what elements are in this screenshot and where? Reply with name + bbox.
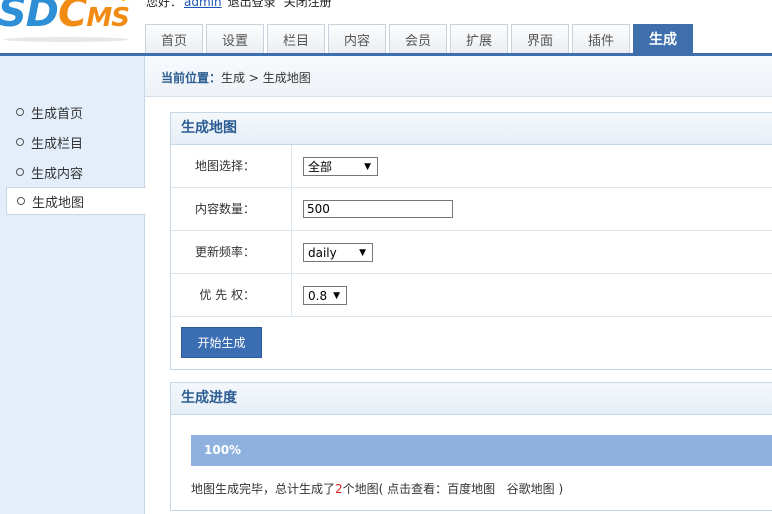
baidu-map-link[interactable]: 百度地图	[447, 482, 495, 496]
content-count-row: 内容数量： 500	[171, 188, 772, 231]
breadcrumb-path: 生成 > 生成地图	[221, 71, 311, 85]
content-count-label: 内容数量：	[171, 188, 292, 231]
breadcrumb: 当前位置：生成 > 生成地图	[161, 69, 311, 86]
sidebar-item-generate-columns[interactable]: 生成栏目	[6, 128, 145, 156]
priority-row: 优 先 权： 0.8 ▼	[171, 274, 772, 317]
tab-settings[interactable]: 设置	[206, 24, 264, 53]
sidebar-item-label: 生成地图	[32, 195, 85, 211]
app-root: SDCMS 您好： admin 退出登录 关闭注册 首页 设置 栏目 内容 会员 扩展…	[0, 0, 772, 514]
map-select-label: 地图选择：	[171, 145, 292, 188]
map-select-row: 地图选择： 全部 ▼	[171, 145, 772, 188]
sidebar-item-generate-content[interactable]: 生成内容	[6, 158, 145, 186]
sdcms-logo[interactable]: SDCMS	[0, 0, 130, 40]
header: SDCMS 您好： admin 退出登录 关闭注册 首页 设置 栏目 内容 会员 扩展…	[0, 0, 772, 56]
priority-value: 0.8	[308, 288, 328, 303]
sidebar-item-label: 生成首页	[31, 106, 84, 122]
content-count-input[interactable]: 500	[303, 200, 453, 218]
frequency-dropdown[interactable]: daily ▼	[303, 243, 373, 262]
tab-generate[interactable]: 生成	[633, 24, 693, 53]
map-form-title: 生成地图	[171, 113, 772, 145]
map-select-value: 全部	[308, 160, 333, 174]
sidebar: 生成首页 生成栏目 生成内容 生成地图	[0, 56, 146, 514]
submit-row: 开始生成	[171, 317, 772, 369]
frequency-field: daily ▼	[303, 243, 373, 262]
progress-title: 生成进度	[171, 383, 772, 415]
frequency-value: daily	[308, 245, 337, 260]
tab-members[interactable]: 会员	[389, 24, 447, 53]
bullet-icon	[16, 168, 24, 176]
logo-shadow	[4, 37, 128, 42]
tab-interface[interactable]: 界面	[511, 24, 569, 53]
map-select-dropdown[interactable]: 全部 ▼	[303, 157, 378, 176]
sidebar-item-label: 生成内容	[31, 166, 84, 182]
priority-label: 优 先 权：	[171, 274, 292, 317]
progress-msg-prefix: 地图生成完毕，总计生成了	[191, 482, 336, 496]
progress-body: 100% 地图生成完毕，总计生成了2个地图( 点击查看：百度地图 谷歌地图 )	[171, 415, 772, 510]
map-form-panel: 生成地图 地图选择： 全部 ▼ 内容数量： 500 更新频率： daily ▼	[170, 112, 772, 370]
progress-count: 2	[335, 482, 343, 496]
greeting-text: 您好：	[146, 0, 183, 9]
google-map-link[interactable]: 谷歌地图	[507, 482, 555, 496]
tab-content[interactable]: 内容	[328, 24, 386, 53]
tab-plugins[interactable]: 插件	[572, 24, 630, 53]
logout-link[interactable]: 退出登录	[228, 0, 276, 9]
username-link[interactable]: admin	[184, 0, 222, 9]
priority-field: 0.8 ▼	[303, 286, 347, 305]
caret-down-icon: ▼	[364, 162, 371, 172]
breadcrumb-bar: 当前位置：生成 > 生成地图	[145, 56, 772, 97]
sidebar-item-label: 生成栏目	[31, 136, 84, 152]
progress-bar-fill	[191, 435, 772, 466]
userbar: 您好： admin 退出登录 关闭注册	[146, 0, 336, 10]
priority-dropdown[interactable]: 0.8 ▼	[303, 286, 347, 305]
start-generate-button[interactable]: 开始生成	[181, 327, 262, 358]
bullet-icon	[17, 197, 25, 205]
progress-msg-suffix: 个地图( 点击查看：	[342, 482, 448, 496]
tab-home[interactable]: 首页	[145, 24, 203, 53]
tab-extensions[interactable]: 扩展	[450, 24, 508, 53]
frequency-label: 更新频率：	[171, 231, 292, 274]
logo-text-ms: MS	[86, 3, 130, 33]
progress-msg-end: )	[554, 482, 564, 496]
map-select-field: 全部 ▼	[303, 157, 378, 176]
progress-panel: 生成进度 100% 地图生成完毕，总计生成了2个地图( 点击查看：百度地图 谷歌…	[170, 382, 772, 511]
breadcrumb-label: 当前位置：	[161, 71, 222, 85]
bullet-icon	[16, 138, 24, 146]
logo-text-c: C	[58, 0, 87, 36]
bullet-icon	[16, 108, 24, 116]
progress-percent-text: 100%	[204, 443, 242, 457]
tab-columns[interactable]: 栏目	[267, 24, 325, 53]
progress-message: 地图生成完毕，总计生成了2个地图( 点击查看：百度地图 谷歌地图 )	[191, 480, 563, 497]
content-count-field: 500	[303, 200, 453, 218]
logo-text-sd: SD	[0, 0, 59, 36]
progress-track: 100%	[191, 435, 772, 466]
sidebar-item-generate-home[interactable]: 生成首页	[6, 98, 145, 126]
caret-down-icon: ▼	[359, 248, 366, 258]
caret-down-icon: ▼	[333, 291, 340, 301]
main-nav: 首页 设置 栏目 内容 会员 扩展 界面 插件 生成	[145, 24, 696, 53]
sidebar-item-generate-map[interactable]: 生成地图	[6, 187, 146, 215]
frequency-row: 更新频率： daily ▼	[171, 231, 772, 274]
close-help-link[interactable]: 关闭注册	[284, 0, 332, 9]
